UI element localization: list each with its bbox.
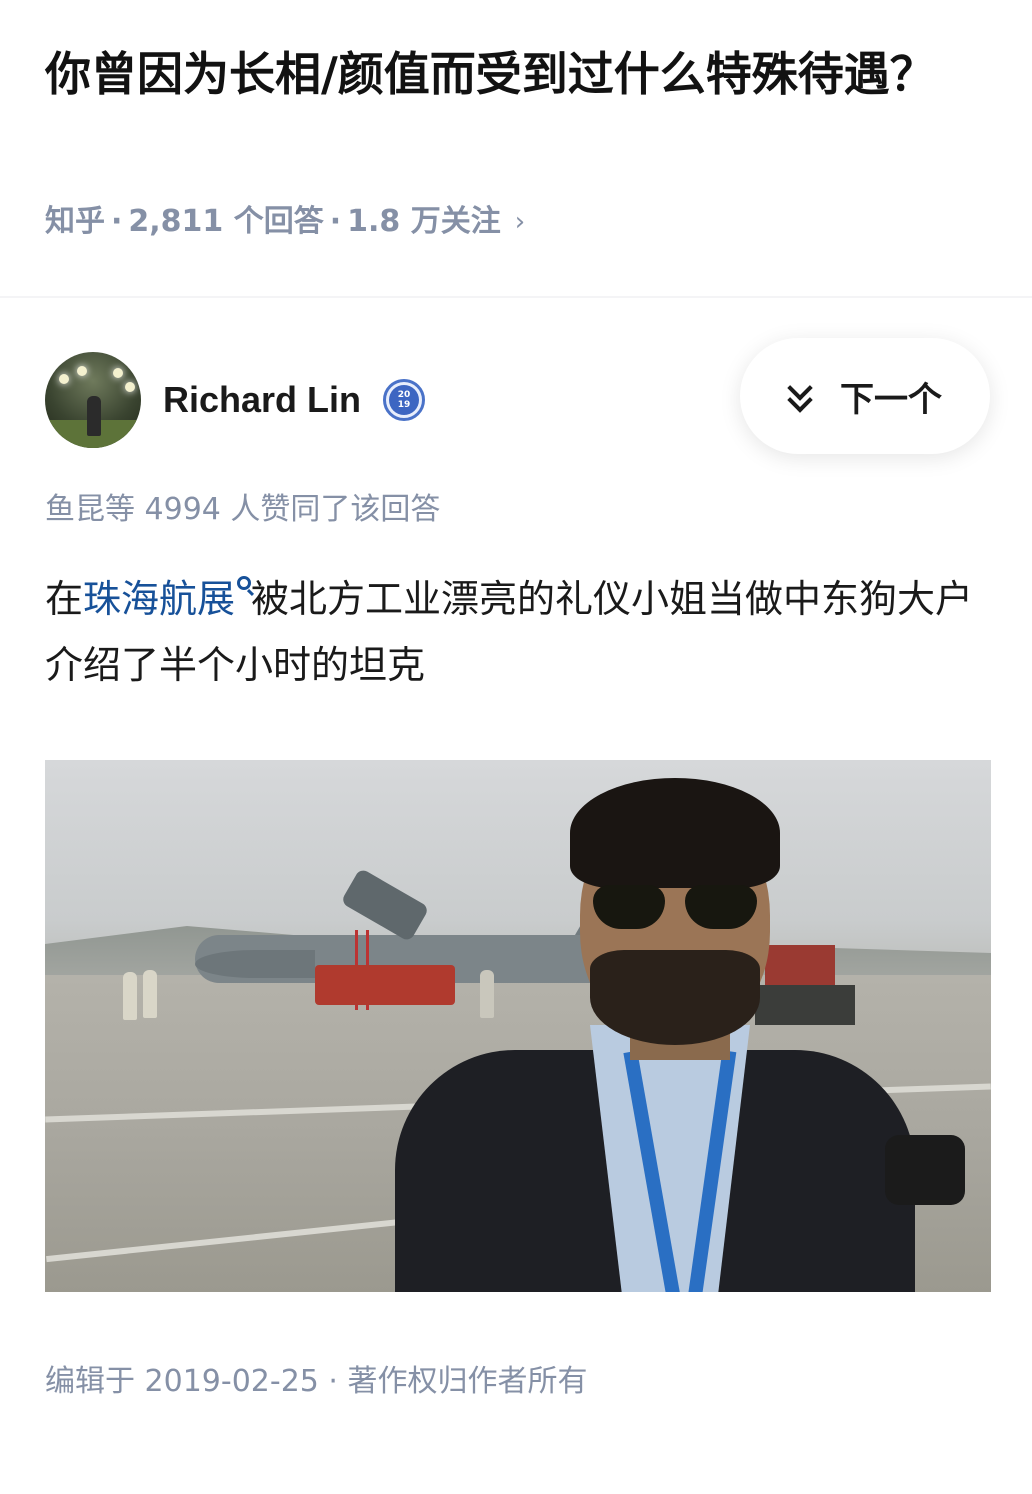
next-answer-label: 下一个 [840, 379, 942, 420]
vote-summary[interactable]: 鱼昆等 4994 人赞同了该回答 [45, 488, 440, 532]
answer-search-link[interactable]: 珠海航展 [83, 577, 235, 621]
question-header: 你曾因为长相/颜值而受到过什么特殊待遇？ 知乎 · 2,811 个回答 · 1.… [0, 0, 1032, 296]
badge-year-top: 20 [397, 390, 411, 400]
search-icon[interactable] [237, 576, 252, 590]
chevron-right-icon: › [514, 207, 526, 237]
double-chevron-down-icon [787, 375, 814, 413]
follower-count: 1.8 万关注 [347, 204, 501, 239]
meta-separator: · [111, 204, 123, 239]
answer-count: 2,811 个回答 [128, 204, 324, 239]
badge-year-bottom: 19 [397, 400, 411, 410]
source-label: 知乎 [45, 204, 105, 239]
question-meta[interactable]: 知乎 · 2,811 个回答 · 1.8 万关注 › [45, 200, 525, 244]
question-title[interactable]: 你曾因为长相/颜值而受到过什么特殊待遇？ [45, 40, 985, 108]
author-row: Richard Lin 20 19 [45, 352, 426, 448]
author-name[interactable]: Richard Lin [163, 379, 361, 421]
answer-image[interactable] [45, 760, 991, 1292]
answer-prefix: 在 [45, 577, 84, 621]
badge-icon[interactable]: 20 19 [383, 379, 426, 421]
meta-separator: · [329, 204, 342, 239]
edit-info: 编辑于 2019-02-25 · 著作权归作者所有 [45, 1364, 588, 1399]
next-answer-button[interactable]: 下一个 [740, 338, 990, 454]
answer-body: 在珠海航展 被北方工业漂亮的礼仪小姐当做中东狗大户介绍了半个小时的坦克 [45, 566, 995, 698]
avatar[interactable] [45, 352, 141, 448]
section-divider [0, 296, 1032, 298]
